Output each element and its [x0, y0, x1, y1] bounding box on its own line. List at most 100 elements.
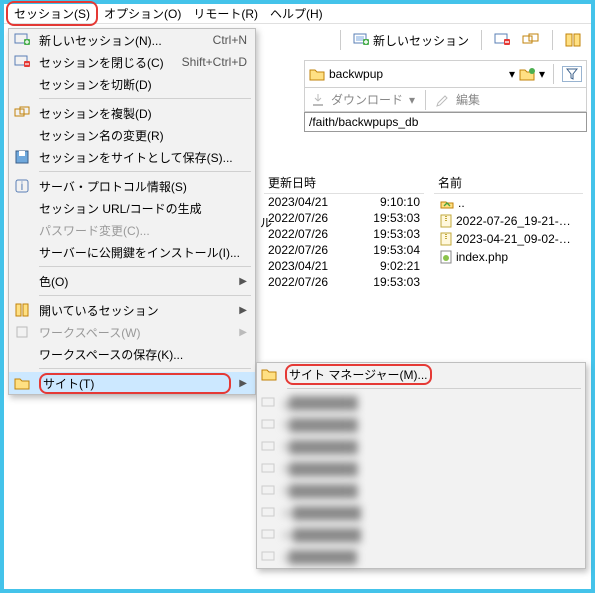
- monitor-icon: [261, 397, 275, 409]
- filter-icon[interactable]: [562, 66, 582, 82]
- menu-item-rename[interactable]: セッション名の変更(R): [9, 124, 255, 146]
- menu-item-color[interactable]: 色(O) ▶: [9, 270, 255, 292]
- column-header-name[interactable]: 名前: [434, 172, 583, 194]
- submenu-item-site[interactable]: s████████: [257, 546, 585, 568]
- menu-item-change-password: パスワード変更(C)...: [9, 219, 255, 241]
- workspace-icon: [13, 325, 31, 339]
- svg-text:i: i: [21, 179, 24, 193]
- app-window: セッション(S) オプション(O) リモート(R) ヘルプ(H) 新しいセッショ…: [0, 0, 595, 593]
- menu-item-disconnect[interactable]: セッションを切断(D): [9, 73, 255, 95]
- menu-shortcut: Ctrl+N: [213, 33, 247, 47]
- menu-session[interactable]: セッション(S): [6, 1, 98, 26]
- menu-label: セッション URL/コードの生成: [39, 200, 247, 217]
- remote-folder-selector[interactable]: backwpup ▾ ▾: [304, 60, 587, 88]
- menu-label: サーバ・プロトコル情報(S): [39, 178, 247, 195]
- submenu-item-site[interactable]: h████████: [257, 458, 585, 480]
- submenu-label: m████████: [283, 528, 361, 542]
- menu-item-install-key[interactable]: サーバーに公開鍵をインストール(I)...: [9, 241, 255, 263]
- local-list: 更新日時 2023/04/219:10:102022/07/2619:53:03…: [264, 172, 424, 290]
- info-icon: i: [13, 179, 31, 193]
- list-row[interactable]: 2022/07/2619:53:03: [264, 226, 424, 242]
- monitor-icon: [261, 419, 275, 431]
- menu-item-session-url[interactable]: セッション URL/コードの生成: [9, 197, 255, 219]
- list-row[interactable]: 2023/04/219:02:21: [264, 258, 424, 274]
- columns-icon: [13, 303, 31, 317]
- submenu-label: h████████: [283, 462, 358, 476]
- file-name: index.php: [456, 250, 508, 264]
- submenu-item-site[interactable]: h████████: [257, 414, 585, 436]
- submenu-item-site[interactable]: h████████: [257, 480, 585, 502]
- submenu-item-site[interactable]: g████████: [257, 392, 585, 414]
- dropdown-arrow-icon[interactable]: ▾: [539, 67, 545, 81]
- submenu-label: h████████: [283, 440, 358, 454]
- menu-label: サーバーに公開鍵をインストール(I)...: [39, 244, 247, 261]
- partial-text: ル: [260, 214, 272, 231]
- monitor-plus-icon: [13, 33, 31, 47]
- menu-help[interactable]: ヘルプ(H): [264, 3, 329, 24]
- edit-label[interactable]: 編集: [456, 91, 480, 108]
- submenu-arrow-icon: ▶: [239, 378, 247, 389]
- submenu-item-site[interactable]: m████████: [257, 502, 585, 524]
- menu-option[interactable]: オプション(O): [98, 3, 187, 24]
- list-row[interactable]: 2022/07/2619:53:03: [264, 210, 424, 226]
- monitor-minus-icon: [13, 55, 31, 69]
- dropdown-arrow-icon[interactable]: ▾: [509, 67, 515, 81]
- menu-label: 開いているセッション: [39, 302, 231, 319]
- monitor-icon: [261, 441, 275, 453]
- dropdown-arrow-icon[interactable]: ▾: [409, 93, 415, 107]
- submenu-label: s████████: [283, 550, 357, 564]
- remote-path-bar[interactable]: /faith/backwpups_db: [304, 112, 587, 132]
- list-row[interactable]: 2022/07/2619:53:04: [264, 242, 424, 258]
- menu-label: ワークスペースの保存(K)...: [39, 346, 247, 363]
- download-label[interactable]: ダウンロード: [331, 91, 403, 108]
- monitors-icon[interactable]: [518, 31, 544, 49]
- menu-item-close-session[interactable]: セッションを閉じる(C) Shift+Ctrl+D: [9, 51, 255, 73]
- menu-item-server-info[interactable]: i サーバ・プロトコル情報(S): [9, 175, 255, 197]
- folder-icon: [261, 367, 277, 381]
- monitors-icon: [13, 106, 31, 120]
- monitor-icon: [261, 463, 275, 475]
- transfer-toolbar: ダウンロード ▾ 編集: [304, 88, 587, 112]
- menu-item-opened-sessions[interactable]: 開いているセッション ▶: [9, 299, 255, 321]
- file-name: 2022-07-26_19-21-20_2NK: [456, 214, 577, 228]
- file-row[interactable]: 2022-07-26_19-21-20_2NK: [434, 212, 583, 230]
- file-row[interactable]: index.php: [434, 248, 583, 266]
- submenu-arrow-icon: ▶: [239, 327, 247, 338]
- menu-item-save-site[interactable]: セッションをサイトとして保存(S)...: [9, 146, 255, 168]
- menu-label: セッション名の変更(R): [39, 127, 247, 144]
- list-row[interactable]: 2023/04/219:10:10: [264, 194, 424, 210]
- menu-remote[interactable]: リモート(R): [187, 3, 264, 24]
- menu-label: ワークスペース(W): [39, 324, 231, 341]
- menu-item-new-session[interactable]: 新しいセッション(N)... Ctrl+N: [9, 29, 255, 51]
- submenu-arrow-icon: ▶: [239, 305, 247, 316]
- list-row[interactable]: 2022/07/2619:53:03: [264, 274, 424, 290]
- monitor-icon: [261, 551, 275, 563]
- monitor-minus-icon[interactable]: [490, 31, 514, 49]
- submenu-arrow-icon: ▶: [239, 276, 247, 287]
- menu-label: パスワード変更(C)...: [39, 222, 247, 239]
- submenu-item-site-manager[interactable]: サイト マネージャー(M)...: [257, 363, 585, 385]
- file-row[interactable]: ..: [434, 194, 583, 212]
- menu-item-duplicate[interactable]: セッションを複製(D): [9, 102, 255, 124]
- submenu-label: h████████: [283, 484, 358, 498]
- menu-label: セッションをサイトとして保存(S)...: [39, 149, 247, 166]
- remote-list: 名前 .. 2022-07-26_19-21-20_2NK 2023-04-21_0…: [434, 172, 583, 266]
- folder-new-icon[interactable]: [519, 67, 535, 81]
- submenu-item-site[interactable]: m████████: [257, 524, 585, 546]
- menu-item-save-workspace[interactable]: ワークスペースの保存(K)...: [9, 343, 255, 365]
- column-header-mtime[interactable]: 更新日時: [264, 172, 424, 194]
- file-row[interactable]: 2023-04-21_09-02-20_G5K: [434, 230, 583, 248]
- menu-label: 新しいセッション(N)...: [39, 32, 205, 49]
- sites-submenu: サイト マネージャー(M)... g████████h████████h████…: [256, 362, 586, 569]
- submenu-item-site[interactable]: h████████: [257, 436, 585, 458]
- new-session-toolbar-button[interactable]: 新しいセッション: [349, 30, 473, 51]
- menu-item-sites[interactable]: サイト(T) ▶: [9, 372, 255, 394]
- folder-icon: [309, 67, 325, 81]
- file-name: 2023-04-21_09-02-20_G5K: [456, 232, 577, 246]
- columns-icon[interactable]: [561, 31, 585, 49]
- menu-item-workspace: ワークスペース(W) ▶: [9, 321, 255, 343]
- edit-icon: [436, 93, 450, 107]
- file-icon: [440, 214, 452, 228]
- menu-label: 色(O): [39, 273, 231, 290]
- monitor-icon: [261, 507, 275, 519]
